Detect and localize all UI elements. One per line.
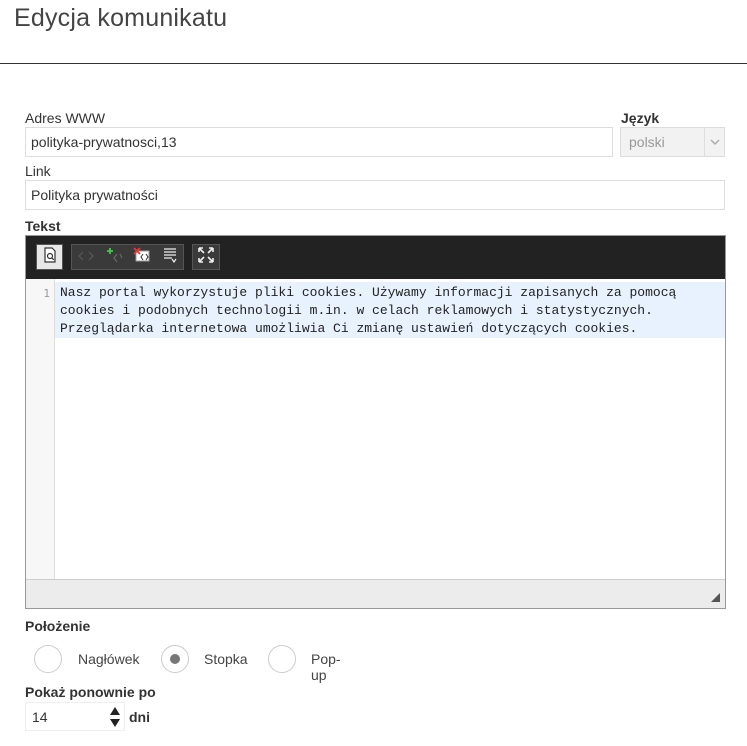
code-tag-icon <box>78 248 94 266</box>
resize-handle-icon[interactable] <box>711 593 720 602</box>
radio-naglowek[interactable] <box>34 645 62 673</box>
add-code-icon <box>105 247 123 268</box>
language-select[interactable]: polski <box>620 127 725 157</box>
list-format-icon <box>163 247 177 268</box>
code-tag-button[interactable] <box>72 245 100 269</box>
fullscreen-icon <box>198 246 214 268</box>
show-again-value: 14 <box>32 709 48 725</box>
clear-format-icon <box>133 246 151 268</box>
radio-label-stopka: Stopka <box>204 651 248 667</box>
link-input[interactable]: Polityka prywatności <box>25 180 725 210</box>
editor-toolbar <box>26 236 725 279</box>
show-again-input[interactable]: 14 <box>25 702 125 731</box>
radio-label-naglowek: Nagłówek <box>78 651 140 667</box>
spinner-arrows-icon[interactable] <box>110 707 120 727</box>
code-line: cookies i podobnych technologii m.in. w … <box>60 303 653 318</box>
link-label: Link <box>25 163 51 179</box>
radio-stopka[interactable] <box>161 645 189 673</box>
language-select-value: polski <box>629 134 665 150</box>
position-label: Położenie <box>25 618 91 634</box>
code-editor[interactable]: 1 Nasz portal wykorzystuje pliki cookies… <box>25 235 726 609</box>
url-label: Adres WWW <box>25 110 106 126</box>
line-number: 1 <box>43 287 50 300</box>
page-title: Edycja komunikatu <box>14 4 228 32</box>
format-button-group <box>71 244 184 270</box>
clear-format-button[interactable] <box>128 245 156 269</box>
list-format-button[interactable] <box>156 245 184 269</box>
preview-button[interactable] <box>36 244 63 270</box>
code-line: Nasz portal wykorzystuje pliki cookies. … <box>60 285 677 300</box>
language-label: Język <box>621 110 660 126</box>
url-input[interactable]: polityka-prywatnosci,13 <box>25 127 613 157</box>
radio-selected-dot <box>170 654 180 664</box>
show-again-unit: dni <box>129 709 150 725</box>
preview-icon <box>43 246 57 268</box>
text-label: Tekst <box>25 218 61 234</box>
code-line: Przeglądarka internetowa umożliwia Ci zm… <box>60 321 638 336</box>
fullscreen-button[interactable] <box>192 244 220 270</box>
radio-popup[interactable] <box>268 645 296 673</box>
add-code-button[interactable] <box>100 245 128 269</box>
radio-label-popup: Pop-up <box>311 651 341 683</box>
line-number-gutter: 1 <box>26 279 55 579</box>
editor-status-bar <box>26 579 725 608</box>
show-again-label: Pokaż ponownie po <box>25 684 156 700</box>
chevron-down-icon <box>704 128 724 156</box>
title-divider <box>0 63 747 64</box>
code-text[interactable]: Nasz portal wykorzystuje pliki cookies. … <box>60 284 720 338</box>
